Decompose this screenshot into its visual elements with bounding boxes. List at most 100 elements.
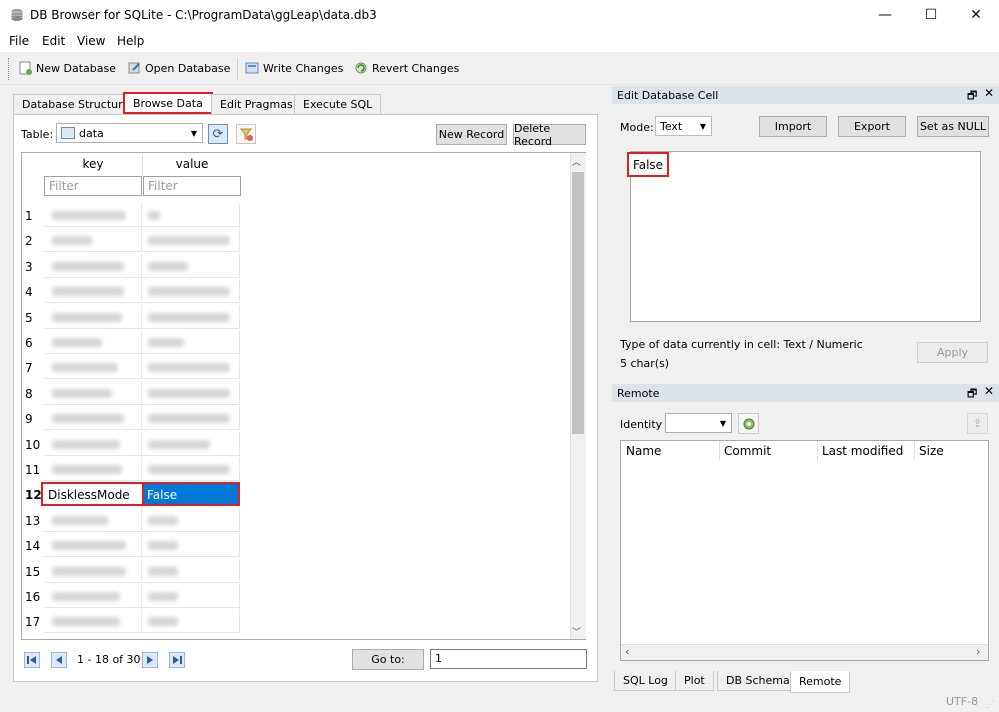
remote-column-commit[interactable]: Commit [724,444,771,458]
tab-plot[interactable]: Plot [675,671,714,691]
tab-execute-sql[interactable]: Execute SQL [294,94,382,114]
remote-file-table[interactable] [620,440,989,661]
value-cell[interactable] [142,355,240,379]
goto-button[interactable]: Go to: [352,649,424,670]
key-filter-input[interactable]: Filter [44,176,142,196]
key-cell[interactable] [44,406,142,430]
row-number[interactable]: 10 [25,438,40,452]
remote-close-icon[interactable]: ✕ [984,384,994,398]
row-number[interactable]: 15 [25,565,40,579]
value-cell[interactable] [142,584,240,608]
close-button[interactable]: ✕ [953,0,999,30]
remote-column-last-modified[interactable]: Last modified [822,444,903,458]
tab-remote[interactable]: Remote [790,671,851,693]
value-cell[interactable] [142,203,240,227]
refresh-icon[interactable]: ⟳ [208,124,228,144]
tab-db-schema[interactable]: DB Schema [717,671,799,691]
remote-float-icon[interactable]: 🗗 [967,385,977,404]
key-cell[interactable] [44,330,142,354]
previous-page-icon[interactable] [50,651,68,669]
identity-settings-icon[interactable] [738,413,759,434]
value-cell[interactable] [142,381,240,405]
row-number[interactable]: 12 [25,488,42,502]
menu-help[interactable]: Help [117,34,144,48]
remote-horizontal-scrollbar[interactable] [621,644,988,660]
export-button[interactable]: Export [838,116,906,137]
column-header-value[interactable]: value [143,157,241,175]
key-cell[interactable] [44,279,142,303]
scroll-up-icon[interactable]: ︿ [572,155,581,168]
new-database-button[interactable]: New Database [18,61,116,75]
value-cell[interactable] [142,559,240,583]
remote-column-name[interactable]: Name [626,444,661,458]
value-cell[interactable] [142,279,240,303]
push-database-icon[interactable]: ⇪ [967,413,988,434]
key-cell[interactable] [44,228,142,252]
import-button[interactable]: Import [759,116,827,137]
scroll-left-icon[interactable]: ‹ [625,645,629,658]
value-cell[interactable] [142,228,240,252]
write-changes-button[interactable]: Write Changes [245,61,343,75]
key-cell[interactable] [44,457,142,481]
key-cell[interactable] [44,355,142,379]
value-cell[interactable] [142,457,240,481]
key-cell[interactable] [44,584,142,608]
key-cell[interactable] [44,508,142,532]
column-header-key[interactable]: key [44,157,142,175]
close-dock-icon[interactable]: ✕ [984,86,994,100]
minimize-button[interactable]: — [862,0,908,30]
menu-edit[interactable]: Edit [42,34,65,48]
tab-edit-pragmas[interactable]: Edit Pragmas [211,94,302,114]
scroll-down-icon[interactable]: ﹀ [572,625,581,638]
row-number[interactable]: 1 [25,209,39,223]
row-number[interactable]: 5 [25,311,39,325]
row-number[interactable]: 2 [25,234,39,248]
row-number[interactable]: 14 [25,539,40,553]
row-number[interactable]: 11 [25,463,40,477]
cell-editor[interactable] [630,151,981,322]
maximize-button[interactable]: ☐ [908,0,954,30]
key-cell[interactable] [44,559,142,583]
value-cell[interactable] [142,533,240,557]
scrollbar-thumb[interactable] [572,172,584,434]
key-cell[interactable] [44,533,142,557]
scroll-right-icon[interactable]: › [976,645,980,658]
row-number[interactable]: 13 [25,514,40,528]
value-cell[interactable] [142,305,240,329]
float-dock-icon[interactable]: 🗗 [967,87,977,106]
new-record-button[interactable]: New Record [436,124,507,145]
value-cell[interactable] [142,432,240,456]
value-cell[interactable]: False [142,482,240,506]
next-page-icon[interactable] [141,651,159,669]
remote-column-size[interactable]: Size [919,444,944,458]
first-page-icon[interactable] [23,651,41,669]
row-number[interactable]: 16 [25,590,40,604]
key-cell[interactable] [44,254,142,278]
row-number[interactable]: 8 [25,387,39,401]
resize-grip-icon[interactable]: ⋰ [986,700,995,710]
set-as-null-button[interactable]: Set as NULL [917,116,989,137]
table-select[interactable]: data ▼ [56,123,203,143]
row-number[interactable]: 4 [25,285,39,299]
row-number[interactable]: 9 [25,412,39,426]
clear-filters-icon[interactable] [236,124,256,144]
revert-changes-button[interactable]: Revert Changes [354,61,459,75]
last-page-icon[interactable] [168,651,186,669]
delete-record-button[interactable]: Delete Record [513,122,586,148]
identity-select[interactable]: ▼ [665,413,732,433]
key-cell[interactable] [44,609,142,633]
goto-input[interactable]: 1 [430,649,587,669]
key-cell[interactable] [44,381,142,405]
value-cell[interactable] [142,406,240,430]
key-cell[interactable] [44,203,142,227]
row-number[interactable]: 6 [25,336,39,350]
value-cell[interactable] [142,609,240,633]
row-number[interactable]: 17 [25,615,40,629]
row-number[interactable]: 3 [25,260,39,274]
open-database-button[interactable]: Open Database [127,61,230,75]
key-cell[interactable]: DisklessMode [41,482,144,506]
apply-button[interactable]: Apply [917,342,988,363]
menu-file[interactable]: File [9,34,29,48]
tab-browse-data[interactable]: Browse Data [123,92,213,114]
key-cell[interactable] [44,305,142,329]
